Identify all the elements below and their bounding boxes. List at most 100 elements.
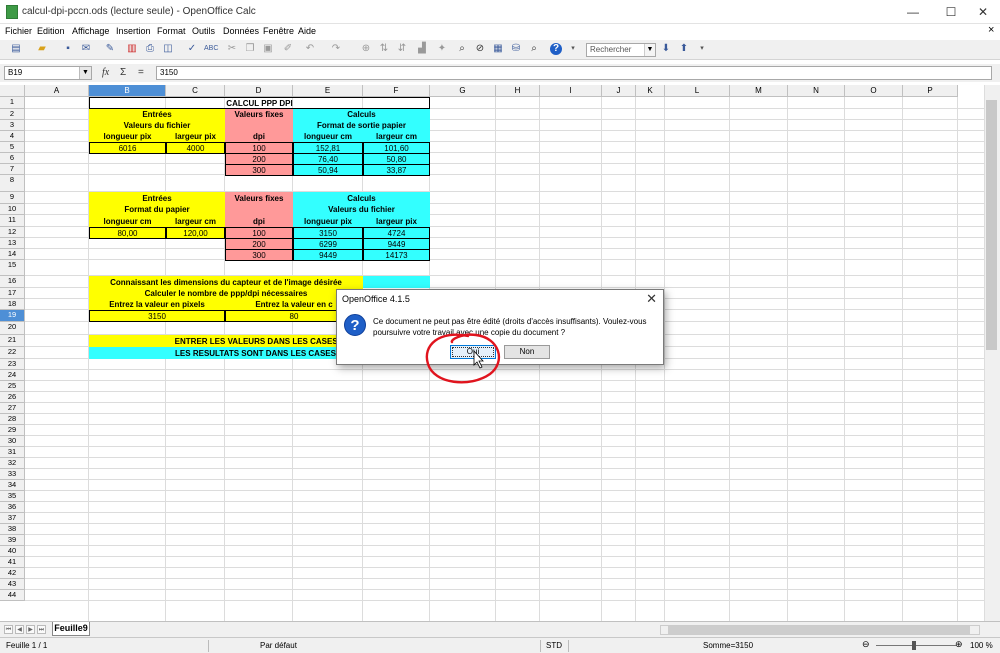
- sort-descending-icon[interactable]: ⇵: [396, 43, 408, 55]
- cell-t1-entrees[interactable]: Entrées: [89, 109, 225, 120]
- sort-ascending-icon[interactable]: ⇅: [378, 43, 390, 55]
- column-header-p[interactable]: P: [903, 85, 958, 97]
- cell-t1-valeurs-fichier[interactable]: Valeurs du fichier: [89, 120, 225, 131]
- row-header-7[interactable]: 7: [0, 164, 25, 175]
- cell-t2-fixes-blank[interactable]: [225, 204, 293, 215]
- help-icon[interactable]: ?: [550, 43, 562, 55]
- menu-affichage[interactable]: Affichage: [72, 26, 109, 36]
- row-header-25[interactable]: 25: [0, 381, 25, 392]
- cell-t1-dpi-label[interactable]: dpi: [225, 131, 293, 142]
- undo-icon[interactable]: ↶: [304, 43, 316, 55]
- cell-t2-largeur-pix[interactable]: largeur pix: [363, 215, 430, 227]
- find-previous-icon[interactable]: ⬆: [678, 43, 690, 55]
- row-header-20[interactable]: 20: [0, 322, 25, 335]
- cell-b19-selected[interactable]: 3150: [89, 310, 225, 322]
- cell-t1-input-longueur[interactable]: 6016: [89, 142, 166, 154]
- row-header-4[interactable]: 4: [0, 131, 25, 142]
- cell-t3-cyan-blank[interactable]: [363, 276, 430, 288]
- row-header-27[interactable]: 27: [0, 403, 25, 414]
- last-sheet-icon[interactable]: ⏭: [37, 625, 46, 634]
- function-equals-icon[interactable]: =: [138, 67, 144, 78]
- dialog-close-icon[interactable]: ✕: [646, 291, 657, 307]
- column-header-h[interactable]: H: [496, 85, 540, 97]
- autocheck-icon[interactable]: ABC: [204, 43, 218, 55]
- cell-t2-format-papier[interactable]: Format du papier: [89, 204, 225, 215]
- function-wizard-icon[interactable]: fx: [102, 67, 109, 78]
- column-header-n[interactable]: N: [788, 85, 845, 97]
- row-header-1[interactable]: 1: [0, 97, 25, 109]
- row-header-43[interactable]: 43: [0, 579, 25, 590]
- find-replace-icon[interactable]: ⌕: [456, 43, 468, 55]
- row-header-38[interactable]: 38: [0, 524, 25, 535]
- cell-t2-input-longueur[interactable]: 80,00: [89, 227, 166, 239]
- cell-t1-format-sortie[interactable]: Format de sortie papier: [293, 120, 430, 131]
- status-insert-mode[interactable]: STD: [546, 641, 562, 650]
- menu-format[interactable]: Format: [157, 26, 186, 36]
- row-header-13[interactable]: 13: [0, 238, 25, 249]
- row-header-9[interactable]: 9: [0, 192, 25, 204]
- maximize-button[interactable]: ☐: [934, 0, 968, 24]
- cell-t3-valeur-pixels[interactable]: Entrez la valeur en pixels: [89, 299, 225, 310]
- zoom-icon[interactable]: ⌕: [528, 43, 540, 55]
- toolbar-options-icon[interactable]: ▾: [567, 43, 579, 55]
- row-header-39[interactable]: 39: [0, 535, 25, 546]
- cell-t2-valeurs-fichier[interactable]: Valeurs du fichier: [293, 204, 430, 215]
- row-header-10[interactable]: 10: [0, 204, 25, 215]
- zoom-out-icon[interactable]: ⊖: [862, 639, 870, 650]
- zoom-slider[interactable]: [876, 645, 956, 646]
- horizontal-scroll-thumb[interactable]: [668, 626, 970, 634]
- column-header-m[interactable]: M: [730, 85, 788, 97]
- first-sheet-icon[interactable]: ⏮: [4, 625, 13, 634]
- row-header-31[interactable]: 31: [0, 447, 25, 458]
- row-header-26[interactable]: 26: [0, 392, 25, 403]
- zoom-slider-thumb[interactable]: [912, 641, 916, 650]
- zoom-in-icon[interactable]: ⊕: [955, 639, 963, 650]
- cell-t2-dpi-300[interactable]: 300: [225, 249, 293, 261]
- format-paintbrush-icon[interactable]: ✐: [282, 43, 294, 55]
- cell-t1-out-f7[interactable]: 33,87: [363, 164, 430, 176]
- row-header-8[interactable]: 8: [0, 175, 25, 192]
- no-button[interactable]: Non: [504, 345, 550, 359]
- cell-t2-valeurs-fixes[interactable]: Valeurs fixes: [225, 192, 293, 204]
- row-header-34[interactable]: 34: [0, 480, 25, 491]
- menu-fichier[interactable]: Fichier: [5, 26, 32, 36]
- datasource-icon[interactable]: ⛁: [510, 43, 522, 55]
- search-options-icon[interactable]: ▾: [696, 43, 708, 55]
- chart-icon[interactable]: ▟: [416, 43, 428, 55]
- row-header-42[interactable]: 42: [0, 568, 25, 579]
- column-header-j[interactable]: J: [602, 85, 636, 97]
- column-header-g[interactable]: G: [430, 85, 496, 97]
- row-header-29[interactable]: 29: [0, 425, 25, 436]
- row-header-40[interactable]: 40: [0, 546, 25, 557]
- cut-icon[interactable]: ✂: [226, 43, 238, 55]
- row-header-21[interactable]: 21: [0, 335, 25, 347]
- hyperlink-icon[interactable]: ⊕: [360, 43, 372, 55]
- row-header-33[interactable]: 33: [0, 469, 25, 480]
- name-box-dropdown-icon[interactable]: ▼: [79, 67, 91, 79]
- column-header-c[interactable]: C: [166, 85, 225, 97]
- cell-t1-longueur-pix[interactable]: longueur pix: [89, 131, 166, 142]
- navigator-icon[interactable]: ⊘: [474, 43, 486, 55]
- cell-t1-dpi-300[interactable]: 300: [225, 164, 293, 176]
- row-header-11[interactable]: 11: [0, 215, 25, 227]
- cell-t2-out-e14[interactable]: 9449: [293, 249, 363, 261]
- cell-t3-connaissant[interactable]: Connaissant les dimensions du capteur et…: [89, 276, 363, 288]
- cell-t2-longueur-pix[interactable]: longueur pix: [293, 215, 363, 227]
- row-header-32[interactable]: 32: [0, 458, 25, 469]
- select-all-corner[interactable]: [0, 85, 25, 97]
- vertical-scroll-thumb[interactable]: [986, 100, 997, 350]
- column-header-a[interactable]: A: [25, 85, 89, 97]
- cell-t1-longueur-cm[interactable]: longueur cm: [293, 131, 363, 142]
- prev-sheet-icon[interactable]: ◀: [15, 625, 24, 634]
- cell-title[interactable]: CALCUL PPP DPI: [89, 97, 430, 109]
- row-header-36[interactable]: 36: [0, 502, 25, 513]
- sum-icon[interactable]: Σ: [120, 67, 126, 78]
- row-header-14[interactable]: 14: [0, 249, 25, 260]
- row-header-17[interactable]: 17: [0, 288, 25, 299]
- row-header-5[interactable]: 5: [0, 142, 25, 153]
- print-icon[interactable]: ⎙: [144, 43, 156, 55]
- menu-donnees[interactable]: Données: [223, 26, 259, 36]
- row-header-2[interactable]: 2: [0, 109, 25, 120]
- find-next-icon[interactable]: ⬇: [660, 43, 672, 55]
- open-folder-icon[interactable]: ▰: [36, 43, 48, 55]
